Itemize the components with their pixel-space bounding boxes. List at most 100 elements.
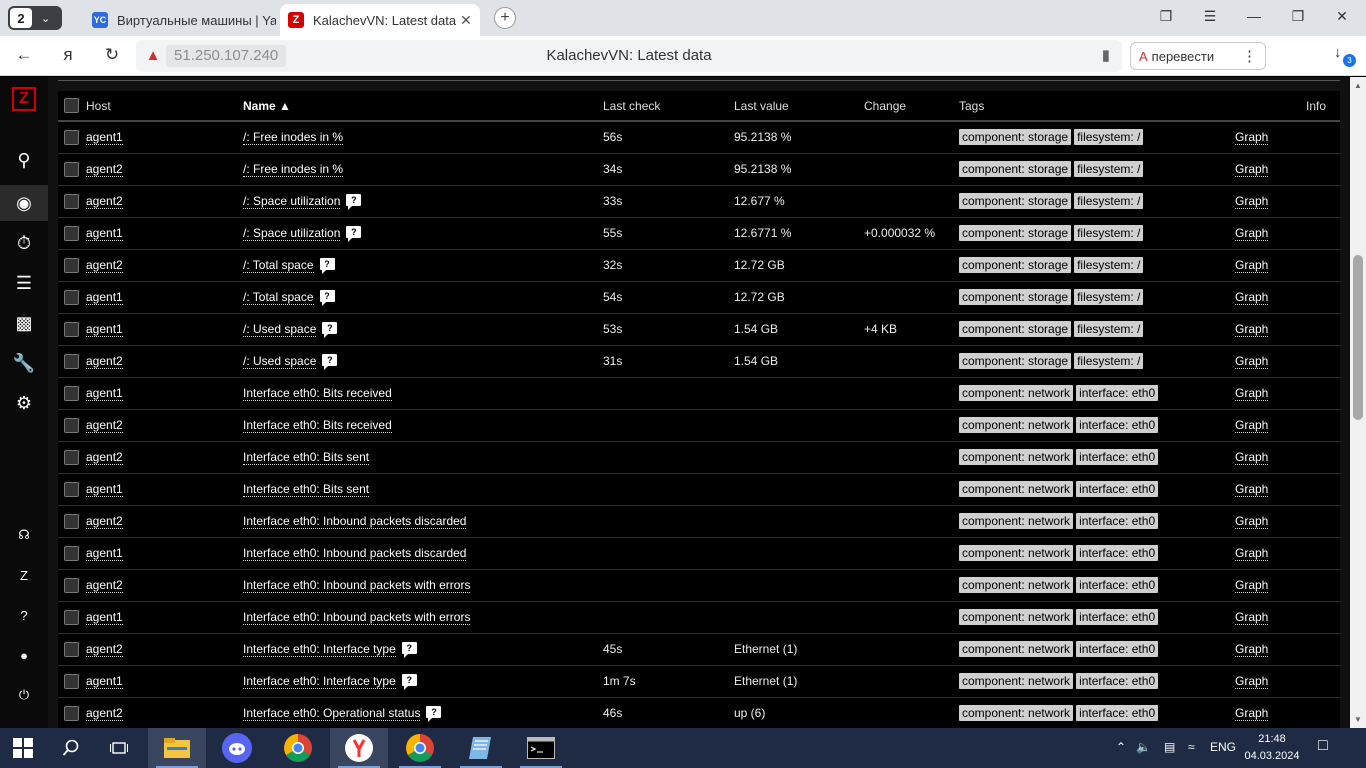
browser-tab-1[interactable]: YC Виртуальные машины | Ya	[84, 4, 276, 36]
graph-link[interactable]: Graph	[1235, 706, 1269, 721]
row-checkbox[interactable]	[64, 129, 79, 145]
menu-icon[interactable]: ☰	[1198, 8, 1222, 25]
tag-badge[interactable]: component: network	[959, 545, 1074, 561]
tag-badge[interactable]: component: network	[959, 577, 1074, 593]
notepad-icon[interactable]	[452, 728, 510, 768]
item-description-icon[interactable]: ?	[319, 290, 335, 306]
graph-link[interactable]: Graph	[1235, 642, 1269, 657]
sign-out-power-icon[interactable]: ⏻	[0, 681, 48, 709]
tag-badge[interactable]: component: storage	[959, 129, 1072, 146]
item-name-link[interactable]: Interface eth0: Inbound packets with err…	[243, 578, 471, 593]
scroll-down-icon[interactable]: ▼	[1354, 715, 1362, 724]
notifications-icon[interactable]: □	[1318, 737, 1328, 755]
row-checkbox[interactable]	[64, 353, 79, 369]
row-checkbox[interactable]	[64, 481, 79, 497]
tag-badge[interactable]: component: network	[959, 705, 1074, 721]
graph-link[interactable]: Graph	[1235, 418, 1269, 433]
tag-badge[interactable]: interface: eth0	[1076, 577, 1159, 593]
row-checkbox[interactable]	[64, 193, 79, 209]
url-field[interactable]: ▲ 51.250.107.240 KalachevVN: Latest data…	[136, 40, 1122, 72]
host-link[interactable]: agent1	[86, 290, 123, 305]
tag-badge[interactable]: filesystem: /	[1074, 225, 1144, 241]
tag-badge[interactable]: component: network	[959, 481, 1074, 497]
host-link[interactable]: agent1	[86, 322, 123, 337]
translate-button[interactable]: А перевести ⋮	[1130, 42, 1266, 70]
services-stopwatch-icon[interactable]: ⏱	[0, 225, 48, 261]
item-description-icon[interactable]: ?	[346, 194, 362, 210]
item-description-icon[interactable]: ?	[322, 354, 338, 370]
item-name-link[interactable]: /: Free inodes in %	[243, 162, 344, 177]
tag-badge[interactable]: filesystem: /	[1074, 353, 1144, 369]
support-headset-icon[interactable]: ☊	[0, 521, 48, 549]
item-name-link[interactable]: Interface eth0: Inbound packets with err…	[243, 610, 471, 625]
host-link[interactable]: agent1	[86, 482, 123, 497]
file-explorer-icon[interactable]	[148, 728, 206, 768]
row-checkbox[interactable]	[64, 225, 79, 241]
volume-icon[interactable]: 🔈	[1136, 740, 1151, 754]
host-link[interactable]: agent2	[86, 194, 123, 209]
windows-start-icon[interactable]	[0, 728, 46, 768]
task-view-icon[interactable]	[96, 728, 142, 768]
downloads-icon[interactable]: ↓ 3	[1334, 44, 1356, 67]
wifi-icon[interactable]: ≈	[1188, 740, 1195, 754]
graph-link[interactable]: Graph	[1235, 482, 1269, 497]
graph-link[interactable]: Graph	[1235, 194, 1269, 209]
item-description-icon[interactable]: ?	[401, 642, 417, 658]
host-link[interactable]: agent1	[86, 130, 123, 146]
graph-link[interactable]: Graph	[1235, 546, 1269, 561]
item-description-icon[interactable]: ?	[346, 226, 362, 242]
item-name-link[interactable]: Interface eth0: Interface type	[243, 674, 396, 689]
item-name-link[interactable]: Interface eth0: Bits sent	[243, 482, 370, 497]
graph-link[interactable]: Graph	[1235, 162, 1269, 177]
graph-link[interactable]: Graph	[1235, 450, 1269, 465]
item-name-link[interactable]: /: Total space	[243, 258, 314, 273]
page-scrollbar[interactable]: ▲ ▼	[1350, 77, 1366, 728]
tag-badge[interactable]: component: network	[959, 385, 1074, 401]
host-link[interactable]: agent1	[86, 226, 123, 241]
yandex-browser-icon[interactable]	[330, 728, 388, 768]
discord-icon[interactable]	[208, 728, 266, 768]
restore-icon[interactable]: ❐	[1286, 8, 1310, 25]
row-checkbox[interactable]	[64, 705, 79, 721]
row-checkbox[interactable]	[64, 641, 79, 657]
row-checkbox[interactable]	[64, 161, 79, 177]
terminal-icon[interactable]	[512, 728, 570, 768]
search-icon[interactable]: ⚲	[0, 142, 48, 178]
item-name-link[interactable]: /: Space utilization	[243, 194, 341, 209]
scrollbar-thumb[interactable]	[1353, 255, 1363, 420]
bookmark-icon[interactable]: ▮	[1102, 46, 1110, 64]
integrations-z-icon[interactable]: Z	[0, 561, 48, 589]
tag-badge[interactable]: filesystem: /	[1074, 289, 1144, 305]
item-name-link[interactable]: Interface eth0: Bits received	[243, 386, 392, 401]
network-icon[interactable]: ▤	[1164, 740, 1175, 754]
graph-link[interactable]: Graph	[1235, 514, 1269, 529]
reports-chart-icon[interactable]: ▩	[0, 305, 48, 341]
tag-badge[interactable]: component: storage	[959, 193, 1072, 209]
tag-badge[interactable]: component: network	[959, 673, 1074, 689]
new-tab-button[interactable]: +	[494, 7, 516, 29]
host-link[interactable]: agent1	[86, 386, 123, 401]
tag-badge[interactable]: filesystem: /	[1074, 129, 1144, 146]
item-name-link[interactable]: Interface eth0: Inbound packets discarde…	[243, 514, 467, 529]
search-taskbar-icon[interactable]	[46, 728, 96, 768]
select-all-checkbox[interactable]	[64, 98, 79, 114]
graph-link[interactable]: Graph	[1235, 578, 1269, 593]
host-link[interactable]: agent1	[86, 546, 123, 561]
tag-badge[interactable]: filesystem: /	[1074, 257, 1144, 273]
tag-badge[interactable]: interface: eth0	[1076, 385, 1159, 401]
tab-counter-button[interactable]: 2 ⌄	[8, 6, 62, 30]
graph-link[interactable]: Graph	[1235, 386, 1269, 401]
close-tab-icon[interactable]: ✕	[456, 12, 476, 29]
tag-badge[interactable]: interface: eth0	[1076, 673, 1159, 689]
item-name-link[interactable]: Interface eth0: Bits received	[243, 418, 392, 433]
item-name-link[interactable]: /: Used space	[243, 354, 317, 369]
item-description-icon[interactable]: ?	[319, 258, 335, 274]
host-link[interactable]: agent2	[86, 642, 123, 657]
help-icon[interactable]: ?	[0, 601, 48, 629]
row-checkbox[interactable]	[64, 321, 79, 337]
item-description-icon[interactable]: ?	[401, 674, 417, 690]
tag-badge[interactable]: component: storage	[959, 161, 1072, 177]
user-settings-icon[interactable]: ●	[0, 641, 48, 669]
tag-badge[interactable]: component: storage	[959, 225, 1072, 241]
host-link[interactable]: agent2	[86, 706, 123, 721]
